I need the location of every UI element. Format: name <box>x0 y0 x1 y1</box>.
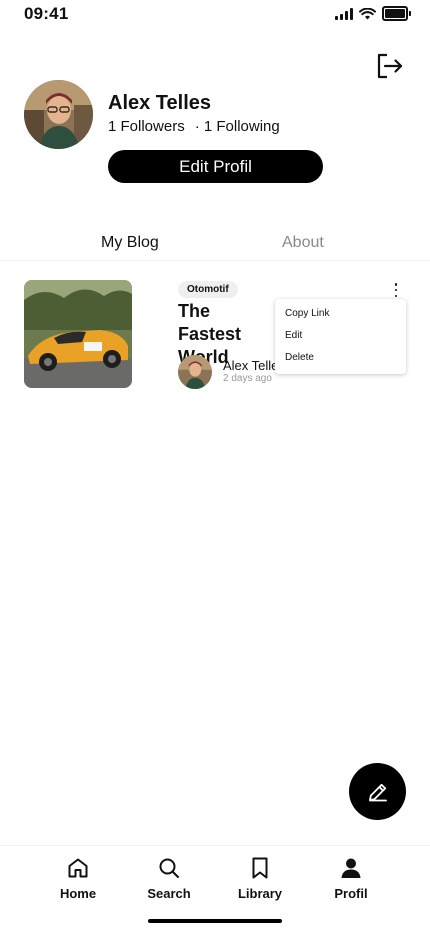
profile-name: Alex Telles <box>108 92 212 114</box>
search-icon <box>159 858 179 878</box>
nav-label: Home <box>59 886 97 901</box>
status-time: 09:41 <box>24 4 69 23</box>
nav-label: Profil <box>334 886 368 901</box>
write-post-button[interactable] <box>349 763 406 820</box>
more-options-icon[interactable] <box>389 282 403 298</box>
home-indicator <box>148 919 282 923</box>
home-icon <box>68 858 88 878</box>
nav-library[interactable]: Library <box>225 856 295 901</box>
battery-icon <box>382 6 411 21</box>
signal-icon <box>335 7 353 20</box>
follow-stats: 1 Followers · 1 Following <box>108 118 280 135</box>
bookmark-icon <box>252 857 268 879</box>
nav-home[interactable]: Home <box>43 856 113 901</box>
author-avatar <box>178 355 212 389</box>
menu-item-edit[interactable]: Edit <box>285 330 302 341</box>
profile-tabs: My Blog About <box>0 230 430 261</box>
menu-item-delete[interactable]: Delete <box>285 352 314 363</box>
post-options-menu: Copy Link Edit Delete <box>275 299 406 374</box>
avatar[interactable] <box>24 80 93 149</box>
status-icons <box>335 6 411 21</box>
tab-my-blog[interactable]: My Blog <box>101 234 159 252</box>
followers-count[interactable]: 1 Followers <box>108 118 185 135</box>
nav-profil[interactable]: Profil <box>316 856 386 901</box>
edit-profile-button[interactable]: Edit Profil <box>108 150 323 183</box>
nav-search[interactable]: Search <box>134 856 204 901</box>
pencil-icon <box>368 783 387 801</box>
tab-about[interactable]: About <box>282 234 324 252</box>
author-name: Alex Telle <box>223 358 279 373</box>
post-thumbnail[interactable] <box>24 280 132 388</box>
post-time: 2 days ago <box>223 373 272 384</box>
nav-label: Library <box>237 886 283 901</box>
wifi-icon <box>359 7 376 19</box>
user-icon <box>341 858 361 878</box>
logout-icon[interactable] <box>376 52 404 80</box>
nav-label: Search <box>147 886 191 901</box>
following-count[interactable]: · 1 Following <box>195 118 280 135</box>
category-chip[interactable]: Otomotif <box>178 281 238 298</box>
menu-item-copy-link[interactable]: Copy Link <box>285 308 329 319</box>
